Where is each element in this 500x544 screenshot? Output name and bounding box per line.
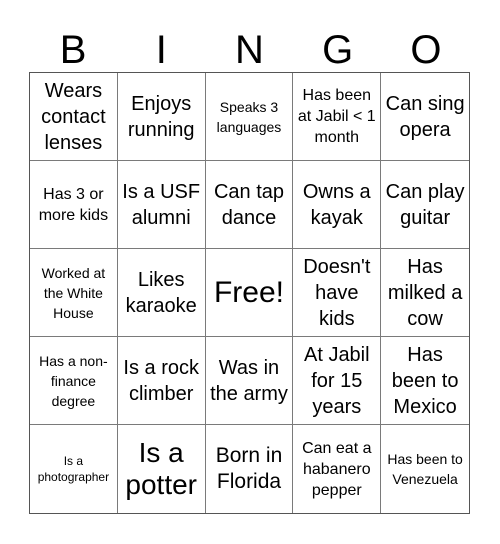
header-letter-n: N	[235, 28, 264, 72]
bingo-board: Wears contact lenses Enjoys running Speaks…	[29, 72, 470, 514]
cell-label: Has milked a cow	[387, 255, 463, 330]
cell-label: Likes karaoke	[125, 268, 197, 317]
header-letter-g: G	[322, 28, 354, 72]
cell-label: Worked at the White House	[41, 264, 106, 321]
bingo-cell[interactable]: Can eat a habanero pepper	[293, 425, 382, 513]
bingo-cell[interactable]: Has a non-finance degree	[30, 337, 118, 425]
bingo-cell[interactable]: Has been at Jabil < 1 month	[293, 73, 382, 161]
cell-label: Doesn't have kids	[303, 255, 371, 330]
cell-label: Is a rock climber	[123, 356, 199, 405]
cell-label: Can eat a habanero pepper	[302, 439, 372, 499]
cell-label: Born in Florida	[215, 444, 283, 493]
bingo-cell[interactable]: Is a USF alumni	[117, 161, 206, 249]
cell-label: At Jabil for 15 years	[303, 343, 370, 418]
header-letter-i: I	[155, 28, 167, 72]
cell-label: Can sing opera	[385, 92, 465, 141]
header-letter-o: O	[410, 28, 442, 72]
cell-label: Owns a kayak	[302, 180, 371, 229]
bingo-cell[interactable]: Worked at the White House	[30, 249, 118, 337]
bingo-cell[interactable]: Has been to Venezuela	[381, 425, 469, 513]
bingo-cell[interactable]: Speaks 3 languages	[205, 73, 294, 161]
bingo-cell[interactable]: Likes karaoke	[117, 249, 206, 337]
cell-label: Is a potter	[125, 437, 197, 500]
cell-label: Has 3 or more kids	[38, 185, 109, 224]
bingo-cell[interactable]: Owns a kayak	[293, 161, 382, 249]
cell-label: Wears contact lenses	[41, 79, 106, 154]
header-letter-b: B	[59, 28, 87, 72]
bingo-header: B I N G O	[29, 22, 470, 72]
bingo-cell[interactable]: Is a potter	[118, 425, 206, 513]
bingo-cell[interactable]: Can play guitar	[381, 161, 469, 249]
cell-label: Free!	[213, 275, 284, 309]
bingo-cell[interactable]: Has milked a cow	[381, 249, 469, 337]
bingo-cell[interactable]: Doesn't have kids	[293, 249, 382, 337]
cell-label: Can play guitar	[385, 180, 465, 229]
free-space-cell[interactable]: Free!	[205, 249, 294, 337]
cell-label: Speaks 3 languages	[216, 98, 282, 135]
bingo-cell[interactable]: Can sing opera	[381, 73, 469, 161]
cell-label: Enjoys running	[127, 92, 195, 141]
bingo-cell[interactable]: Has been to Mexico	[381, 337, 469, 425]
bingo-cell[interactable]: Is a photographer	[30, 425, 118, 513]
bingo-cell[interactable]: Wears contact lenses	[30, 73, 118, 161]
bingo-cell[interactable]: Has 3 or more kids	[30, 161, 118, 249]
cell-label: Has been at Jabil < 1 month	[297, 87, 376, 146]
cell-label: Is a USF alumni	[122, 180, 201, 229]
bingo-cell[interactable]: Is a rock climber	[117, 337, 206, 425]
bingo-cell[interactable]: Born in Florida	[206, 425, 294, 513]
cell-label: Has been to Mexico	[391, 343, 459, 418]
cell-label: Has a non-finance degree	[39, 352, 108, 409]
bingo-cell[interactable]: Enjoys running	[117, 73, 206, 161]
bingo-cell[interactable]: Can tap dance	[205, 161, 294, 249]
cell-label: Has been to Venezuela	[387, 451, 463, 487]
bingo-cell[interactable]: At Jabil for 15 years	[293, 337, 382, 425]
bingo-cell[interactable]: Was in the army	[205, 337, 294, 425]
cell-label: Is a photographer	[37, 454, 110, 484]
cell-label: Was in the army	[210, 356, 288, 405]
cell-label: Can tap dance	[213, 180, 285, 229]
